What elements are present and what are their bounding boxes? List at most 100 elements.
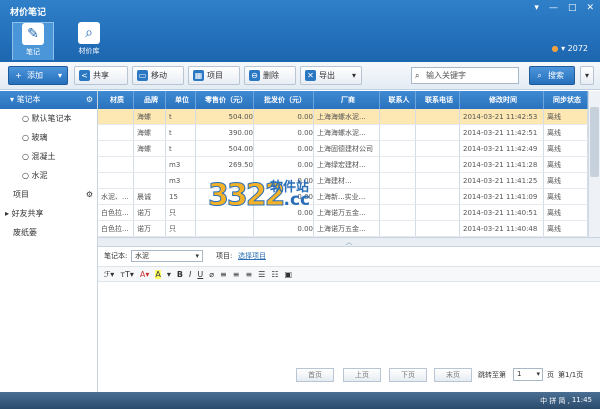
table-cell	[380, 141, 416, 156]
sidebar-item-concrete[interactable]: ○ 混凝土	[0, 147, 97, 166]
column-header[interactable]: 厂商	[314, 91, 380, 109]
close-icon[interactable]: ✕	[586, 3, 594, 13]
add-button[interactable]: + 添加 ▾	[8, 66, 68, 85]
column-header[interactable]: 材质	[98, 91, 134, 109]
table-row[interactable]: m3 269.50 0.00 上海绿宏建材... 2014-03-21 11:41:28…	[98, 157, 588, 173]
column-header[interactable]: 零售价（元）	[196, 91, 254, 109]
pager: 首页 上页 下页 末页 跳转至第 1 ▾ 页 第1/1页	[98, 365, 600, 385]
grid-scrollbar[interactable]	[588, 91, 600, 237]
search-placeholder: 输入关键字	[426, 71, 466, 80]
italic-icon[interactable]: I	[189, 270, 191, 279]
project-label: 项目	[207, 71, 223, 80]
export-button[interactable]: ✕ 导出 ▾	[300, 66, 362, 85]
table-cell	[416, 141, 460, 156]
gear-icon[interactable]: ⚙	[86, 91, 93, 109]
folder-icon: ▭	[137, 70, 148, 81]
column-header[interactable]: 联系人	[380, 91, 416, 109]
page-value: 1	[517, 370, 522, 378]
scrollbar-thumb[interactable]	[590, 107, 599, 177]
column-header[interactable]: 批发价（元）	[254, 91, 314, 109]
font-family-icon[interactable]: ℱ▾	[104, 270, 114, 279]
align-right-icon[interactable]: ≡	[245, 270, 252, 279]
last-page-button[interactable]: 末页	[434, 368, 472, 382]
sidebar-notebooks-header[interactable]: ▾ 笔记本 ⚙	[0, 91, 97, 109]
sidebar-item-cement[interactable]: ○ 水泥	[0, 166, 97, 185]
table-cell: 离线	[544, 141, 588, 156]
search-input[interactable]: ⌕ 输入关键字	[411, 67, 519, 84]
table-cell	[98, 109, 134, 124]
app-title: 材价笔记	[10, 8, 47, 18]
page-select[interactable]: 1 ▾	[513, 368, 543, 381]
align-left-icon[interactable]: ≡	[220, 270, 227, 279]
column-header[interactable]: 单位	[166, 91, 196, 109]
export-icon: ✕	[305, 70, 316, 81]
table-row[interactable]: 海螺 t 390.00 0.00 上海海螺水泥... 2014-03-21 11:42:5…	[98, 125, 588, 141]
image-icon[interactable]: ▣	[284, 270, 292, 279]
notebook-select[interactable]: 水泥 ▾	[131, 250, 203, 262]
table-cell	[380, 157, 416, 172]
bullet-list-icon[interactable]: ☰	[258, 270, 265, 279]
table-row[interactable]: 白色拉... 诺万只 0.00 上海诺万五金... 2014-03-21 11:40:5…	[98, 205, 588, 221]
sidebar-item-trash[interactable]: 废纸篓	[0, 223, 97, 242]
sidebar-item-glass[interactable]: ○ 玻璃	[0, 128, 97, 147]
table-cell	[134, 173, 166, 188]
table-cell: 只	[166, 205, 196, 220]
menu-dropdown-icon[interactable]: ▾	[534, 3, 539, 13]
table-cell: 白色拉...	[98, 221, 134, 236]
project-button[interactable]: ▦ 项目	[188, 66, 240, 85]
panel-splitter[interactable]: ︿	[98, 237, 600, 247]
gear-icon[interactable]: ⚙	[86, 185, 93, 204]
sidebar-item-default[interactable]: ○ 默认笔记本	[0, 109, 97, 128]
delete-button[interactable]: ⊖ 删除	[244, 66, 296, 85]
font-color-icon[interactable]: A▾	[140, 270, 150, 279]
material-grid: 材质 品牌 单位 零售价（元） 批发价（元） 厂商 联系人 联系电话 修改时间 同步状态 海螺 t 5…	[98, 91, 588, 237]
table-cell	[98, 141, 134, 156]
filter-toggle[interactable]: ▾	[580, 66, 594, 85]
clear-format-icon[interactable]: ⌀	[209, 270, 214, 279]
column-header[interactable]: 同步状态	[544, 91, 588, 109]
search-label: 搜索	[548, 71, 564, 80]
table-cell: t	[166, 109, 196, 124]
share-button[interactable]: < 共享	[74, 66, 128, 85]
table-cell: 诺万	[134, 205, 166, 220]
column-header[interactable]: 修改时间	[460, 91, 544, 109]
numbered-list-icon[interactable]: ☷	[271, 270, 278, 279]
system-tray[interactable]: 中 拼 简 ,	[540, 396, 570, 406]
underline-icon[interactable]: U	[197, 270, 203, 279]
tab-notes[interactable]: ✎ 笔记	[12, 22, 54, 60]
title-bar: 材价笔记 ▾ — □ ✕ ✎ 笔记 ⌕ 材价库 ● ▾ 2072	[0, 0, 600, 62]
table-row[interactable]: 白色拉... 诺万只 0.00 上海诺万五金... 2014-03-21 11:40:4…	[98, 221, 588, 237]
table-cell: 0.00	[254, 109, 314, 124]
column-header[interactable]: 品牌	[134, 91, 166, 109]
column-header[interactable]: 联系电话	[416, 91, 460, 109]
align-center-icon[interactable]: ≡	[233, 270, 240, 279]
table-row[interactable]: 水泥、... 晨诚 15 0.00 上海新...实业... 2014-03-21 11:4…	[98, 189, 588, 205]
sidebar-item-projects[interactable]: 项目 ⚙	[0, 185, 97, 204]
table-row[interactable]: m3 0.00 上海建材... 2014-03-21 11:41:25 离线	[98, 173, 588, 189]
chevron-down-icon: ▾	[351, 71, 356, 80]
font-size-icon[interactable]: ᴛT▾	[120, 270, 134, 279]
watermark-text: 软件站	[270, 180, 310, 195]
tab-price-library[interactable]: ⌕ 材价库	[68, 22, 110, 60]
first-page-button[interactable]: 首页	[296, 368, 334, 382]
user-menu[interactable]: ● ▾ 2072	[552, 44, 588, 53]
ime-indicator[interactable]: 中 拼 简 ,	[540, 396, 570, 406]
move-button[interactable]: ▭ 移动	[132, 66, 184, 85]
select-project-link[interactable]: 选择项目	[238, 248, 266, 264]
delete-label: 删除	[263, 71, 279, 80]
table-row[interactable]: 海螺 t 504.00 0.00 上海海螺水泥... 2014-03-21 11:42:5…	[98, 109, 588, 125]
user-name: 2072	[567, 44, 588, 53]
next-page-button[interactable]: 下页	[389, 368, 427, 382]
highlight-icon[interactable]: A	[155, 269, 161, 279]
minimize-icon[interactable]: —	[549, 3, 558, 13]
sidebar: ▾ 笔记本 ⚙ ○ 默认笔记本 ○ 玻璃 ○ 混凝土 ○ 水泥 项目 ⚙ ▸ 好友共…	[0, 91, 98, 392]
maximize-icon[interactable]: □	[568, 3, 577, 13]
table-cell	[416, 221, 460, 236]
window-controls: ▾ — □ ✕	[534, 3, 594, 13]
bold-icon[interactable]: B	[177, 270, 183, 279]
prev-page-button[interactable]: 上页	[343, 368, 381, 382]
search-button[interactable]: ⌕ 搜索	[529, 66, 575, 85]
table-row[interactable]: 海螺 t 504.00 0.00 上海固德建材公司 2014-03-21 11:42:49…	[98, 141, 588, 157]
sidebar-item-friend-share[interactable]: ▸ 好友共享	[0, 204, 97, 223]
clock[interactable]: 11:45	[572, 396, 592, 404]
